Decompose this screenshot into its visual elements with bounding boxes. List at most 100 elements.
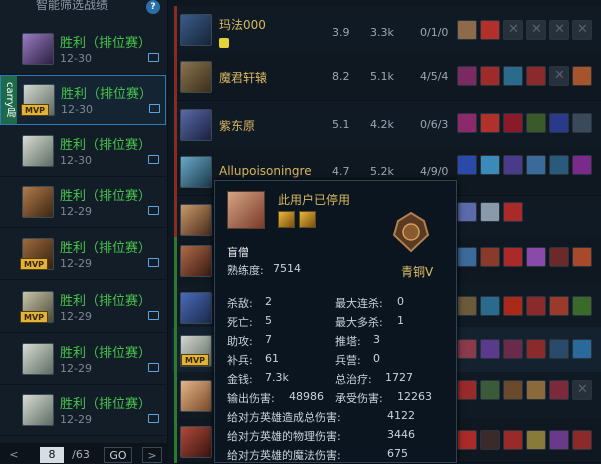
champion-avatar[interactable] <box>180 14 212 46</box>
item-icon[interactable] <box>549 155 569 175</box>
item-icon[interactable] <box>457 247 477 267</box>
screenshot-icon[interactable] <box>148 53 159 62</box>
player-name[interactable]: 魔君轩辕 <box>219 69 267 86</box>
item-icon[interactable] <box>572 113 592 133</box>
match-result: 胜利（排位赛） <box>60 294 152 309</box>
item-icon[interactable] <box>457 202 477 222</box>
item-icon[interactable] <box>526 296 546 316</box>
champion-avatar[interactable] <box>180 109 212 141</box>
item-icon[interactable] <box>480 20 500 40</box>
match-item[interactable]: 胜利（排位赛） 12-30 <box>0 25 166 75</box>
screenshot-icon[interactable] <box>148 155 159 164</box>
item-icon[interactable] <box>480 202 500 222</box>
screenshot-icon[interactable] <box>148 414 159 423</box>
match-item[interactable]: 胜利（排位赛） 12-30 <box>0 127 166 177</box>
total-pages: /63 <box>72 448 90 461</box>
match-item[interactable]: 胜利（排位赛） 12-29 <box>0 386 166 436</box>
item-icon[interactable] <box>526 247 546 267</box>
item-icon[interactable] <box>457 296 477 316</box>
champion-avatar[interactable] <box>180 204 212 236</box>
match-date: 12-29 <box>60 310 92 323</box>
stat-label: 金钱: <box>227 373 253 386</box>
match-item[interactable]: MVP 胜利（排位赛） 12-29 <box>0 230 166 280</box>
item-icon[interactable] <box>572 430 592 450</box>
team-bar <box>174 148 177 196</box>
item-icon[interactable] <box>480 380 500 400</box>
item-icon[interactable] <box>457 430 477 450</box>
next-page-button[interactable]: > <box>142 447 162 463</box>
item-icon[interactable] <box>457 113 477 133</box>
item-icon[interactable] <box>549 339 569 359</box>
player-name[interactable]: Allupoisoningre <box>219 164 312 178</box>
item-icon[interactable] <box>572 296 592 316</box>
screenshot-icon[interactable] <box>148 258 159 267</box>
champion-avatar[interactable] <box>180 61 212 93</box>
go-button[interactable]: GO <box>104 447 132 463</box>
item-icon[interactable] <box>549 430 569 450</box>
champion-avatar[interactable] <box>180 380 212 412</box>
item-icon[interactable] <box>503 113 523 133</box>
item-icon[interactable] <box>572 247 592 267</box>
stat-label: 最大连杀: <box>335 297 383 310</box>
item-icon[interactable] <box>572 339 592 359</box>
item-icon[interactable] <box>549 380 569 400</box>
player-row[interactable]: 魔君轩辕 8.2 5.1k 4/5/4 <box>172 53 601 101</box>
item-icon[interactable] <box>503 66 523 86</box>
item-icon[interactable] <box>503 339 523 359</box>
champion-avatar[interactable] <box>180 292 212 324</box>
champion-avatar[interactable] <box>180 245 212 277</box>
champion-avatar[interactable] <box>180 426 212 458</box>
champion-avatar[interactable] <box>180 156 212 188</box>
item-icon[interactable] <box>480 113 500 133</box>
item-icon[interactable] <box>457 155 477 175</box>
item-icon[interactable] <box>480 155 500 175</box>
page-number-input[interactable]: 8 <box>40 447 64 463</box>
item-icon[interactable] <box>503 155 523 175</box>
smart-filter-header[interactable]: 智能筛选战绩 ? <box>0 0 167 18</box>
item-icon[interactable] <box>526 113 546 133</box>
screenshot-icon[interactable] <box>148 206 159 215</box>
item-icon[interactable] <box>457 66 477 86</box>
screenshot-icon[interactable] <box>148 311 159 320</box>
item-icon[interactable] <box>549 296 569 316</box>
help-icon[interactable]: ? <box>146 0 160 14</box>
item-icon[interactable] <box>526 66 546 86</box>
item-icon[interactable] <box>457 20 477 40</box>
player-name[interactable]: 玛法000 <box>219 16 266 33</box>
item-icon[interactable] <box>457 339 477 359</box>
item-icon[interactable] <box>503 430 523 450</box>
item-icon[interactable] <box>549 113 569 133</box>
item-icon[interactable] <box>503 202 523 222</box>
player-damage: 3.3k <box>370 26 394 39</box>
item-icon[interactable] <box>480 296 500 316</box>
item-icon[interactable] <box>503 380 523 400</box>
screenshot-icon[interactable] <box>148 363 159 372</box>
item-icon[interactable] <box>572 155 592 175</box>
match-item-selected[interactable]: carry局 MVP 胜利（排位赛） 12-30 <box>0 75 166 125</box>
item-icon[interactable] <box>526 430 546 450</box>
proficiency-value: 7514 <box>273 262 301 275</box>
item-icon[interactable] <box>526 155 546 175</box>
match-item[interactable]: 胜利（排位赛） 12-29 <box>0 335 166 385</box>
item-icon[interactable] <box>503 296 523 316</box>
team-bar <box>174 101 177 149</box>
stat-value: 1 <box>397 314 404 327</box>
item-icon[interactable] <box>503 247 523 267</box>
match-item[interactable]: 胜利（排位赛） 12-29 <box>0 178 166 228</box>
item-icon[interactable] <box>526 380 546 400</box>
item-icon[interactable] <box>480 66 500 86</box>
match-item[interactable]: MVP 胜利（排位赛） 12-29 <box>0 283 166 333</box>
screenshot-icon[interactable] <box>149 104 160 113</box>
player-name[interactable]: 紫东原 <box>219 117 255 134</box>
match-date: 12-29 <box>60 362 92 375</box>
item-icon[interactable] <box>480 247 500 267</box>
item-icon[interactable] <box>549 247 569 267</box>
item-icon[interactable] <box>457 380 477 400</box>
player-row[interactable]: 玛法000 3.9 3.3k 0/1/0 <box>172 6 601 54</box>
item-icon[interactable] <box>526 339 546 359</box>
player-row[interactable]: 紫东原 5.1 4.2k 0/6/3 <box>172 101 601 149</box>
item-icon[interactable] <box>572 66 592 86</box>
item-icon[interactable] <box>480 430 500 450</box>
prev-page-button[interactable]: < <box>4 447 24 463</box>
item-icon[interactable] <box>480 339 500 359</box>
